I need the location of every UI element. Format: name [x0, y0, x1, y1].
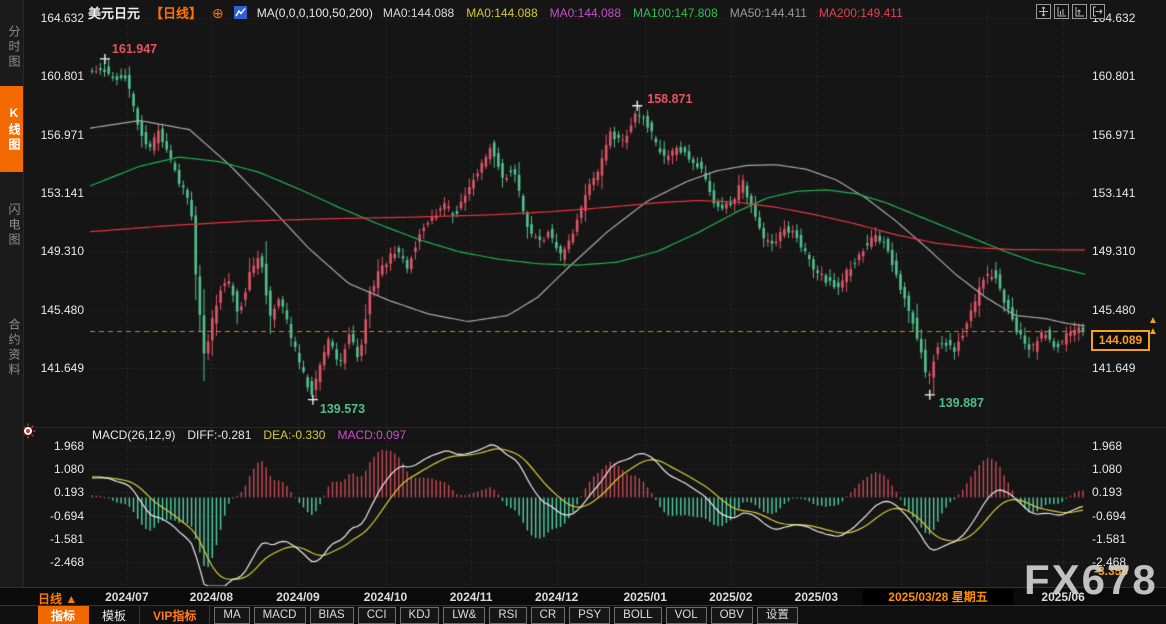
price-axis-label: 156.971 [1092, 128, 1154, 142]
indicator-button-boll[interactable]: BOLL [614, 607, 661, 624]
trading-app-window: 分时图K线图闪电图合约资料 美元日元 【日线】 ⊕ MA(0,0,0,100,5… [0, 0, 1166, 624]
current-price-tag: 144.089 [1091, 330, 1150, 351]
macd-axis-label: 1.080 [1092, 462, 1154, 476]
month-label: 2025/02 [701, 590, 761, 604]
price-axis-label: 160.801 [1092, 69, 1154, 83]
ma-legend-value: MA0:144.088 [466, 6, 537, 20]
ma-settings-label[interactable]: MA(0,0,0,100,50,200) [257, 6, 373, 20]
chart-window-controls [1036, 4, 1105, 19]
price-axis-label: 164.632 [26, 11, 84, 25]
indicator-button-macd[interactable]: MACD [254, 607, 306, 624]
month-label: 2025/06 [1033, 590, 1093, 604]
ma-legend-value: MA50:144.411 [730, 6, 807, 20]
axis-scale-icon[interactable] [1054, 4, 1069, 19]
month-label: 2024/09 [268, 590, 328, 604]
settings-button[interactable]: 设置 [757, 607, 798, 624]
month-label: 2025/03 [786, 590, 846, 604]
indicator-button-cr[interactable]: CR [531, 607, 566, 624]
price-axis-label: 145.480 [1092, 303, 1154, 317]
move-crosshair-icon[interactable] [1036, 4, 1051, 19]
price-axis-label: 141.649 [1092, 361, 1154, 375]
sidebar-item-3[interactable]: 闪电图 [0, 186, 23, 264]
indicator-button-lw[interactable]: LW& [443, 607, 485, 624]
symbol-title: 美元日元 [88, 3, 140, 22]
indicator-button-vol[interactable]: VOL [666, 607, 707, 624]
month-label: 2024/10 [356, 590, 416, 604]
toolbar-tab-1[interactable]: 指标 [38, 606, 89, 624]
indicator-button-obv[interactable]: OBV [711, 607, 753, 624]
price-axis-label: 149.310 [26, 244, 84, 258]
macd-axis-label: 0.193 [1092, 485, 1154, 499]
date-tooltip: 2025/03/28 星期五 [863, 589, 1013, 605]
left-sidebar: 分时图K线图闪电图合约资料 [0, 0, 24, 587]
indicator-button-rsi[interactable]: RSI [489, 607, 526, 624]
indicator-button-kdj[interactable]: KDJ [400, 607, 440, 624]
extreme-price-label: 139.887 [939, 396, 984, 410]
chart-header: 美元日元 【日线】 ⊕ MA(0,0,0,100,50,200) MA0:144… [88, 3, 903, 22]
macd-axis-label: 0.193 [26, 485, 84, 499]
indicator-button-bias[interactable]: BIAS [310, 607, 354, 624]
month-label: 2024/07 [97, 590, 157, 604]
macd-axis-label: -0.694 [1092, 509, 1154, 523]
macd-header: MACD(26,12,9) DIFF:-0.281 DEA:-0.330 MAC… [92, 428, 406, 442]
ma-legend-value: MA0:144.088 [550, 6, 621, 20]
price-axis-label: 141.649 [26, 361, 84, 375]
price-axis-label: 145.480 [26, 303, 84, 317]
macd-axis-label: 1.968 [1092, 439, 1154, 453]
price-axis-label: 153.141 [1092, 186, 1154, 200]
ma-legend-value: MA100:147.808 [633, 6, 718, 20]
price-axis-label: 149.310 [1092, 244, 1154, 258]
ma-legend-value: MA200:149.411 [819, 6, 903, 20]
extreme-price-label: 161.947 [112, 42, 157, 56]
month-label: 2024/12 [527, 590, 587, 604]
ma-legend-value: MA0:144.088 [383, 6, 454, 20]
month-label: 2024/11 [441, 590, 501, 604]
macd-min-label: -3.356 [1094, 564, 1128, 578]
macd-title[interactable]: MACD(26,12,9) [92, 428, 175, 442]
toolbar-tab-2[interactable]: 模板 [89, 606, 140, 624]
extreme-price-label: 158.871 [647, 92, 692, 106]
ma-legend: MA0:144.088 MA0:144.088 MA0:144.088 MA100:1… [383, 6, 903, 20]
macd-axis-label: -1.581 [26, 532, 84, 546]
macd-dea-value: DEA:-0.330 [263, 428, 325, 442]
date-axis-row: 日线 ▲ 2024/072024/082024/092024/102024/11… [0, 587, 1166, 606]
macd-diff-value: DIFF:-0.281 [187, 428, 251, 442]
pan-right-icon[interactable] [1090, 4, 1105, 19]
indicator-toolbar: 指标模板VIP指标MA MACDBIASCCIKDJLW&RSI CRPSYBOLL… [0, 605, 1166, 624]
macd-axis-label: 1.080 [26, 462, 84, 476]
price-macd-canvas [0, 0, 1166, 624]
macd-axis-label: -2.468 [26, 555, 84, 569]
indicator-button-psy[interactable]: PSY [569, 607, 610, 624]
macd-macd-value: MACD:0.097 [337, 428, 406, 442]
chart-type-icon [234, 6, 247, 19]
price-arrow-icon: ▲▲ [1148, 315, 1158, 337]
macd-axis-label: -1.581 [1092, 532, 1154, 546]
price-axis-label: 160.801 [26, 69, 84, 83]
indicator-button-ma[interactable]: MA [214, 607, 249, 624]
price-axis-label: 153.141 [26, 186, 84, 200]
sidebar-item-4[interactable]: 合约资料 [0, 294, 23, 402]
price-axis-label: 156.971 [26, 128, 84, 142]
month-label: 2025/01 [615, 590, 675, 604]
macd-axis-label: -0.694 [26, 509, 84, 523]
sidebar-item-2[interactable]: K线图 [0, 86, 23, 172]
sidebar-item-1[interactable]: 分时图 [0, 8, 23, 86]
expand-icon[interactable]: ⊕ [212, 8, 224, 18]
indicator-button-cci[interactable]: CCI [358, 607, 396, 624]
extreme-price-label: 139.573 [320, 402, 365, 416]
period-badge[interactable]: 【日线】 [150, 3, 202, 22]
month-label: 2024/08 [181, 590, 241, 604]
toolbar-tab-3[interactable]: VIP指标 [140, 606, 210, 624]
axis-scale-arrow-icon[interactable] [1072, 4, 1087, 19]
